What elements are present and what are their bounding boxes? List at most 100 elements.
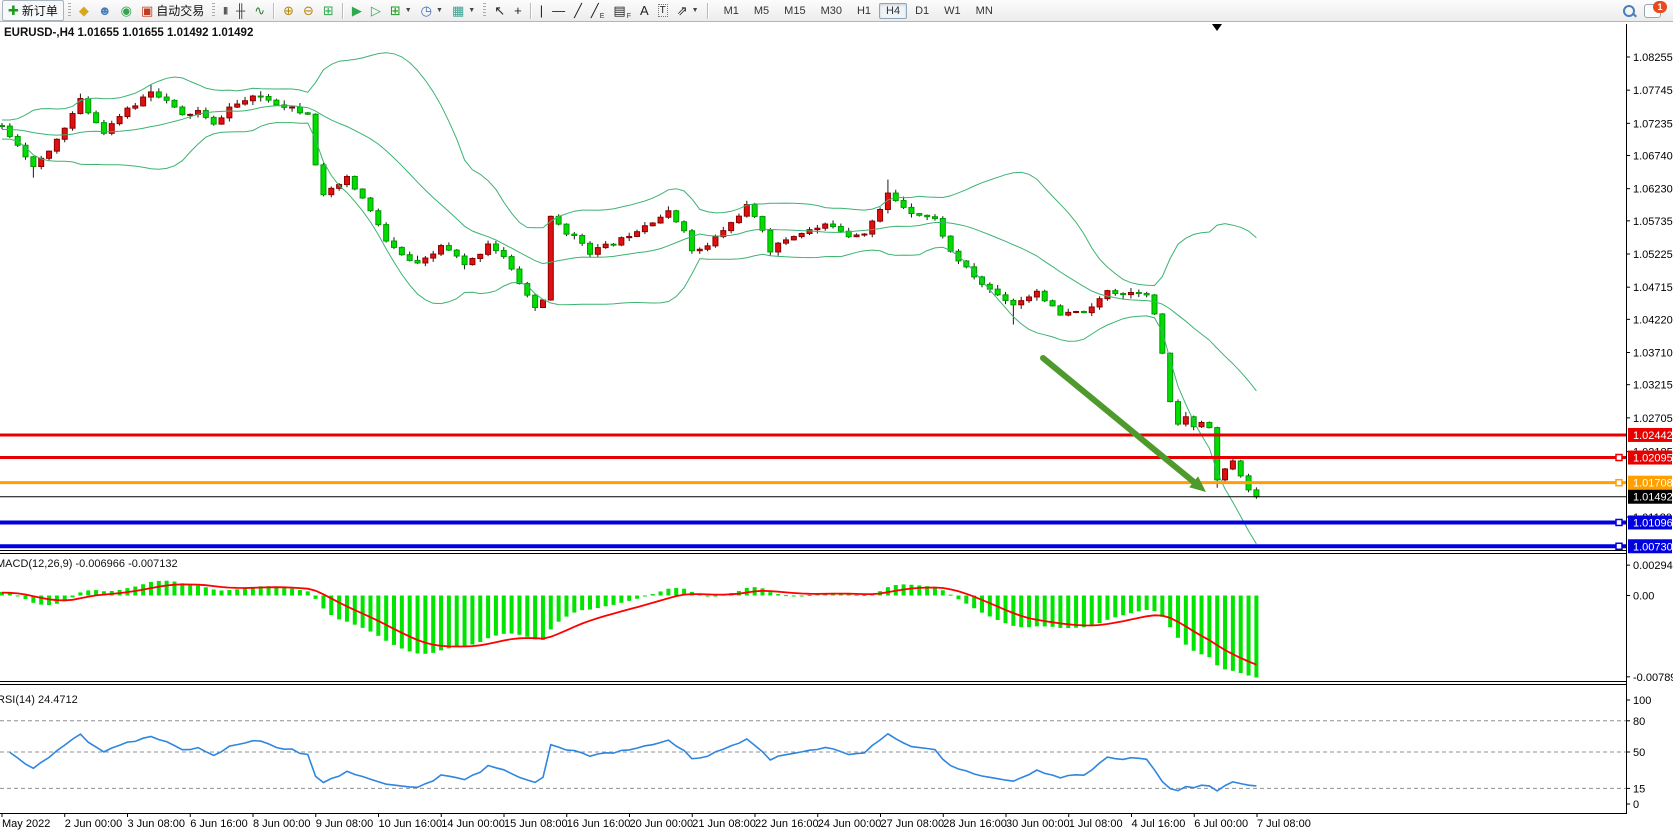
svg-text:1.04715: 1.04715	[1633, 282, 1673, 294]
timeframe-h1-button[interactable]: H1	[850, 3, 878, 19]
new-order-icon: ✚	[8, 4, 19, 17]
svg-text:4 Jul 16:00: 4 Jul 16:00	[1132, 818, 1186, 830]
add-indicator-button[interactable]: ⊞▼	[386, 0, 416, 21]
timeframe-mn-button[interactable]: MN	[969, 3, 1000, 19]
cursor-button[interactable]: ↖	[490, 0, 509, 21]
zoom-in-icon: ⊕	[283, 4, 294, 17]
candlestick-type-button[interactable]: ╫	[232, 0, 249, 21]
svg-text:1.02705: 1.02705	[1633, 413, 1673, 425]
price-level-lines[interactable]: 1.02442 1.02095 1.01708 1.01096 1.00730 1.014…	[0, 428, 1673, 553]
svg-text:6 Jun 16:00: 6 Jun 16:00	[190, 818, 248, 830]
auto-scroll-icon: ▶	[352, 4, 362, 17]
chart-shift-button[interactable]: ▷	[367, 0, 385, 21]
bar-chart-type-button[interactable]: |||	[219, 0, 231, 21]
new-order-button-label: 新订单	[22, 2, 58, 19]
macd-histogram	[0, 581, 1258, 678]
svg-text:16 Jun 16:00: 16 Jun 16:00	[567, 818, 631, 830]
svg-text:0.002949: 0.002949	[1633, 560, 1673, 572]
chart-window-button[interactable]: ◆	[75, 0, 93, 21]
chevron-down-icon: ▼	[692, 7, 699, 14]
candlesticks	[0, 85, 1259, 499]
profile-icon: ☻	[98, 4, 112, 17]
svg-text:1.02095: 1.02095	[1633, 453, 1673, 465]
zoom-out-button[interactable]: ⊖	[299, 0, 318, 21]
line-handle[interactable]	[1616, 543, 1622, 549]
svg-text:14 Jun 00:00: 14 Jun 00:00	[441, 818, 505, 830]
svg-text:1.02442: 1.02442	[1633, 430, 1673, 442]
zoom-in-button[interactable]: ⊕	[279, 0, 298, 21]
trendline-button[interactable]: ╱	[570, 0, 586, 21]
template-icon: ▦	[452, 4, 464, 17]
toolbar-separator	[342, 3, 344, 19]
horizontal-line-button[interactable]: —	[548, 0, 569, 21]
svg-text:-0.007895: -0.007895	[1633, 672, 1673, 684]
svg-text:9 Jun 08:00: 9 Jun 08:00	[316, 818, 374, 830]
toolbar-drag-handle	[68, 3, 71, 18]
svg-text:1.05735: 1.05735	[1633, 216, 1673, 228]
arrows-button[interactable]: ⇗▼	[673, 0, 703, 21]
add-indicator-icon: ⊞	[390, 4, 401, 17]
svg-text:2 Jun 00:00: 2 Jun 00:00	[65, 818, 123, 830]
new-order-button[interactable]: ✚新订单	[2, 0, 64, 21]
svg-text:0.00: 0.00	[1633, 591, 1654, 603]
auto-trading-button-label: 自动交易	[156, 2, 204, 19]
svg-text:27 Jun 08:00: 27 Jun 08:00	[881, 818, 945, 830]
svg-text:1.06230: 1.06230	[1633, 184, 1673, 196]
crosshair-button[interactable]: +	[510, 0, 526, 21]
profile-button[interactable]: ☻	[94, 0, 116, 21]
line-handle[interactable]	[1616, 455, 1622, 461]
line-handle[interactable]	[1616, 519, 1622, 525]
clock-icon: ◷	[421, 4, 432, 17]
equidistant-channel-button[interactable]: ╱E	[587, 0, 609, 21]
timeframe-m30-button[interactable]: M30	[814, 3, 849, 19]
svg-text:10 Jun 16:00: 10 Jun 16:00	[379, 818, 443, 830]
line-chart-type-button[interactable]: ∿	[250, 0, 269, 21]
tile-windows-button[interactable]: ⊞	[319, 0, 338, 21]
chart-shift-icon: ▷	[371, 4, 381, 17]
text-button[interactable]: A	[636, 0, 653, 21]
timeframe-m5-button[interactable]: M5	[747, 3, 776, 19]
main-toolbar: ✚新订单◆☻◉▣自动交易|||╫∿⊕⊖⊞▶▷⊞▼◷▼▦▼↖+|—╱╱E▤FAT⇗…	[0, 0, 1673, 22]
chart-shift-marker[interactable]	[1212, 24, 1222, 31]
svg-text:1.01708: 1.01708	[1633, 478, 1673, 490]
timeframe-m15-button[interactable]: M15	[777, 3, 812, 19]
line-handle[interactable]	[1616, 480, 1622, 486]
svg-text:1.07745: 1.07745	[1633, 85, 1673, 97]
svg-text:30 Jun 00:00: 30 Jun 00:00	[1006, 818, 1070, 830]
chart-area[interactable]: EURUSD-,H4 1.01655 1.01655 1.01492 1.014…	[0, 22, 1673, 834]
svg-text:6 Jul 00:00: 6 Jul 00:00	[1194, 818, 1248, 830]
chat-unread-badge: 1	[1653, 1, 1667, 13]
signals-button[interactable]: ◉	[117, 0, 136, 21]
broadcast-icon: ◉	[121, 4, 132, 17]
trend-arrow-annotation[interactable]	[1043, 358, 1206, 492]
periods-button[interactable]: ◷▼	[417, 0, 447, 21]
timeframe-h4-button[interactable]: H4	[879, 3, 907, 19]
svg-text:May 2022: May 2022	[2, 818, 50, 830]
svg-text:1.01492: 1.01492	[1633, 492, 1673, 504]
chat-icon[interactable]: 1	[1644, 4, 1661, 18]
timeframe-m1-button[interactable]: M1	[717, 3, 746, 19]
svg-text:3 Jun 08:00: 3 Jun 08:00	[128, 818, 186, 830]
timeframe-d1-button[interactable]: D1	[908, 3, 936, 19]
fibonacci-icon-suffix: F	[627, 13, 631, 20]
svg-text:7 Jul 08:00: 7 Jul 08:00	[1257, 818, 1311, 830]
chevron-down-icon: ▼	[468, 7, 475, 14]
timeframe-w1-button[interactable]: W1	[937, 3, 968, 19]
svg-text:50: 50	[1633, 747, 1645, 759]
auto-trading-button[interactable]: ▣自动交易	[137, 0, 208, 21]
text-label-button[interactable]: T	[654, 0, 672, 21]
vertical-line-button[interactable]: |	[536, 0, 547, 21]
chart-canvas[interactable]: 1.082551.077451.072351.067401.062301.057…	[0, 22, 1673, 834]
svg-text:1.00730: 1.00730	[1633, 541, 1673, 553]
svg-text:1.01096: 1.01096	[1633, 517, 1673, 529]
horizontal-line-icon: —	[552, 4, 565, 17]
svg-text:1.08255: 1.08255	[1633, 52, 1673, 64]
svg-text:24 Jun 00:00: 24 Jun 00:00	[818, 818, 882, 830]
pane-separators[interactable]	[0, 24, 1627, 814]
toolbar-separator	[273, 3, 275, 19]
text-icon: A	[640, 4, 649, 17]
search-icon[interactable]	[1621, 3, 1637, 19]
templates-button[interactable]: ▦▼	[448, 0, 479, 21]
auto-scroll-button[interactable]: ▶	[348, 0, 366, 21]
fibonacci-button[interactable]: ▤F	[609, 0, 635, 21]
